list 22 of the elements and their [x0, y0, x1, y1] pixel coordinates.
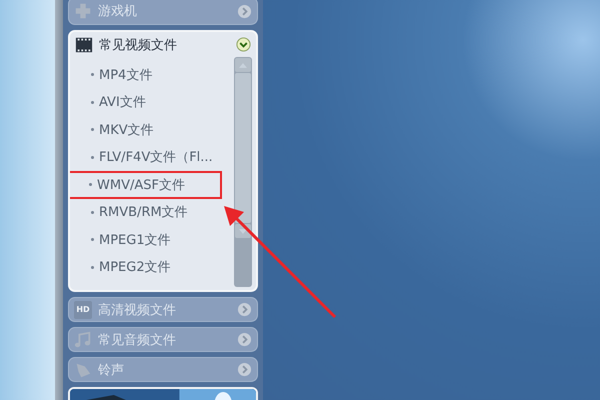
category-title[interactable]: 常见视频文件 — [99, 36, 230, 54]
scroll-thumb[interactable] — [235, 73, 251, 223]
expand-icon[interactable] — [237, 4, 252, 18]
format-item[interactable]: FLV/F4V文件（Fl... — [70, 144, 222, 171]
format-item[interactable]: MP4文件 — [70, 61, 222, 88]
category-button[interactable]: HD 高清视频文件 — [68, 297, 258, 322]
film-icon — [75, 36, 93, 54]
expand-icon[interactable] — [237, 362, 252, 377]
scroll-up-icon[interactable] — [235, 58, 251, 72]
gamepad-icon — [74, 2, 92, 20]
expand-icon[interactable] — [237, 302, 252, 317]
music-note-icon — [74, 330, 92, 348]
collapse-icon[interactable] — [236, 37, 251, 52]
format-item[interactable]: WMV/ASF文件 — [70, 171, 222, 198]
format-item[interactable]: MPEG1文件 — [70, 226, 222, 254]
format-item[interactable]: MKV文件 — [70, 116, 222, 144]
format-item[interactable]: MPEG2文件 — [70, 254, 222, 281]
format-item[interactable]: RMVB/RM文件 — [70, 198, 222, 226]
expand-icon[interactable] — [237, 332, 252, 347]
hd-icon: HD — [74, 300, 92, 318]
scrollbar[interactable] — [234, 57, 252, 287]
format-item[interactable]: AVI文件 — [70, 88, 222, 116]
